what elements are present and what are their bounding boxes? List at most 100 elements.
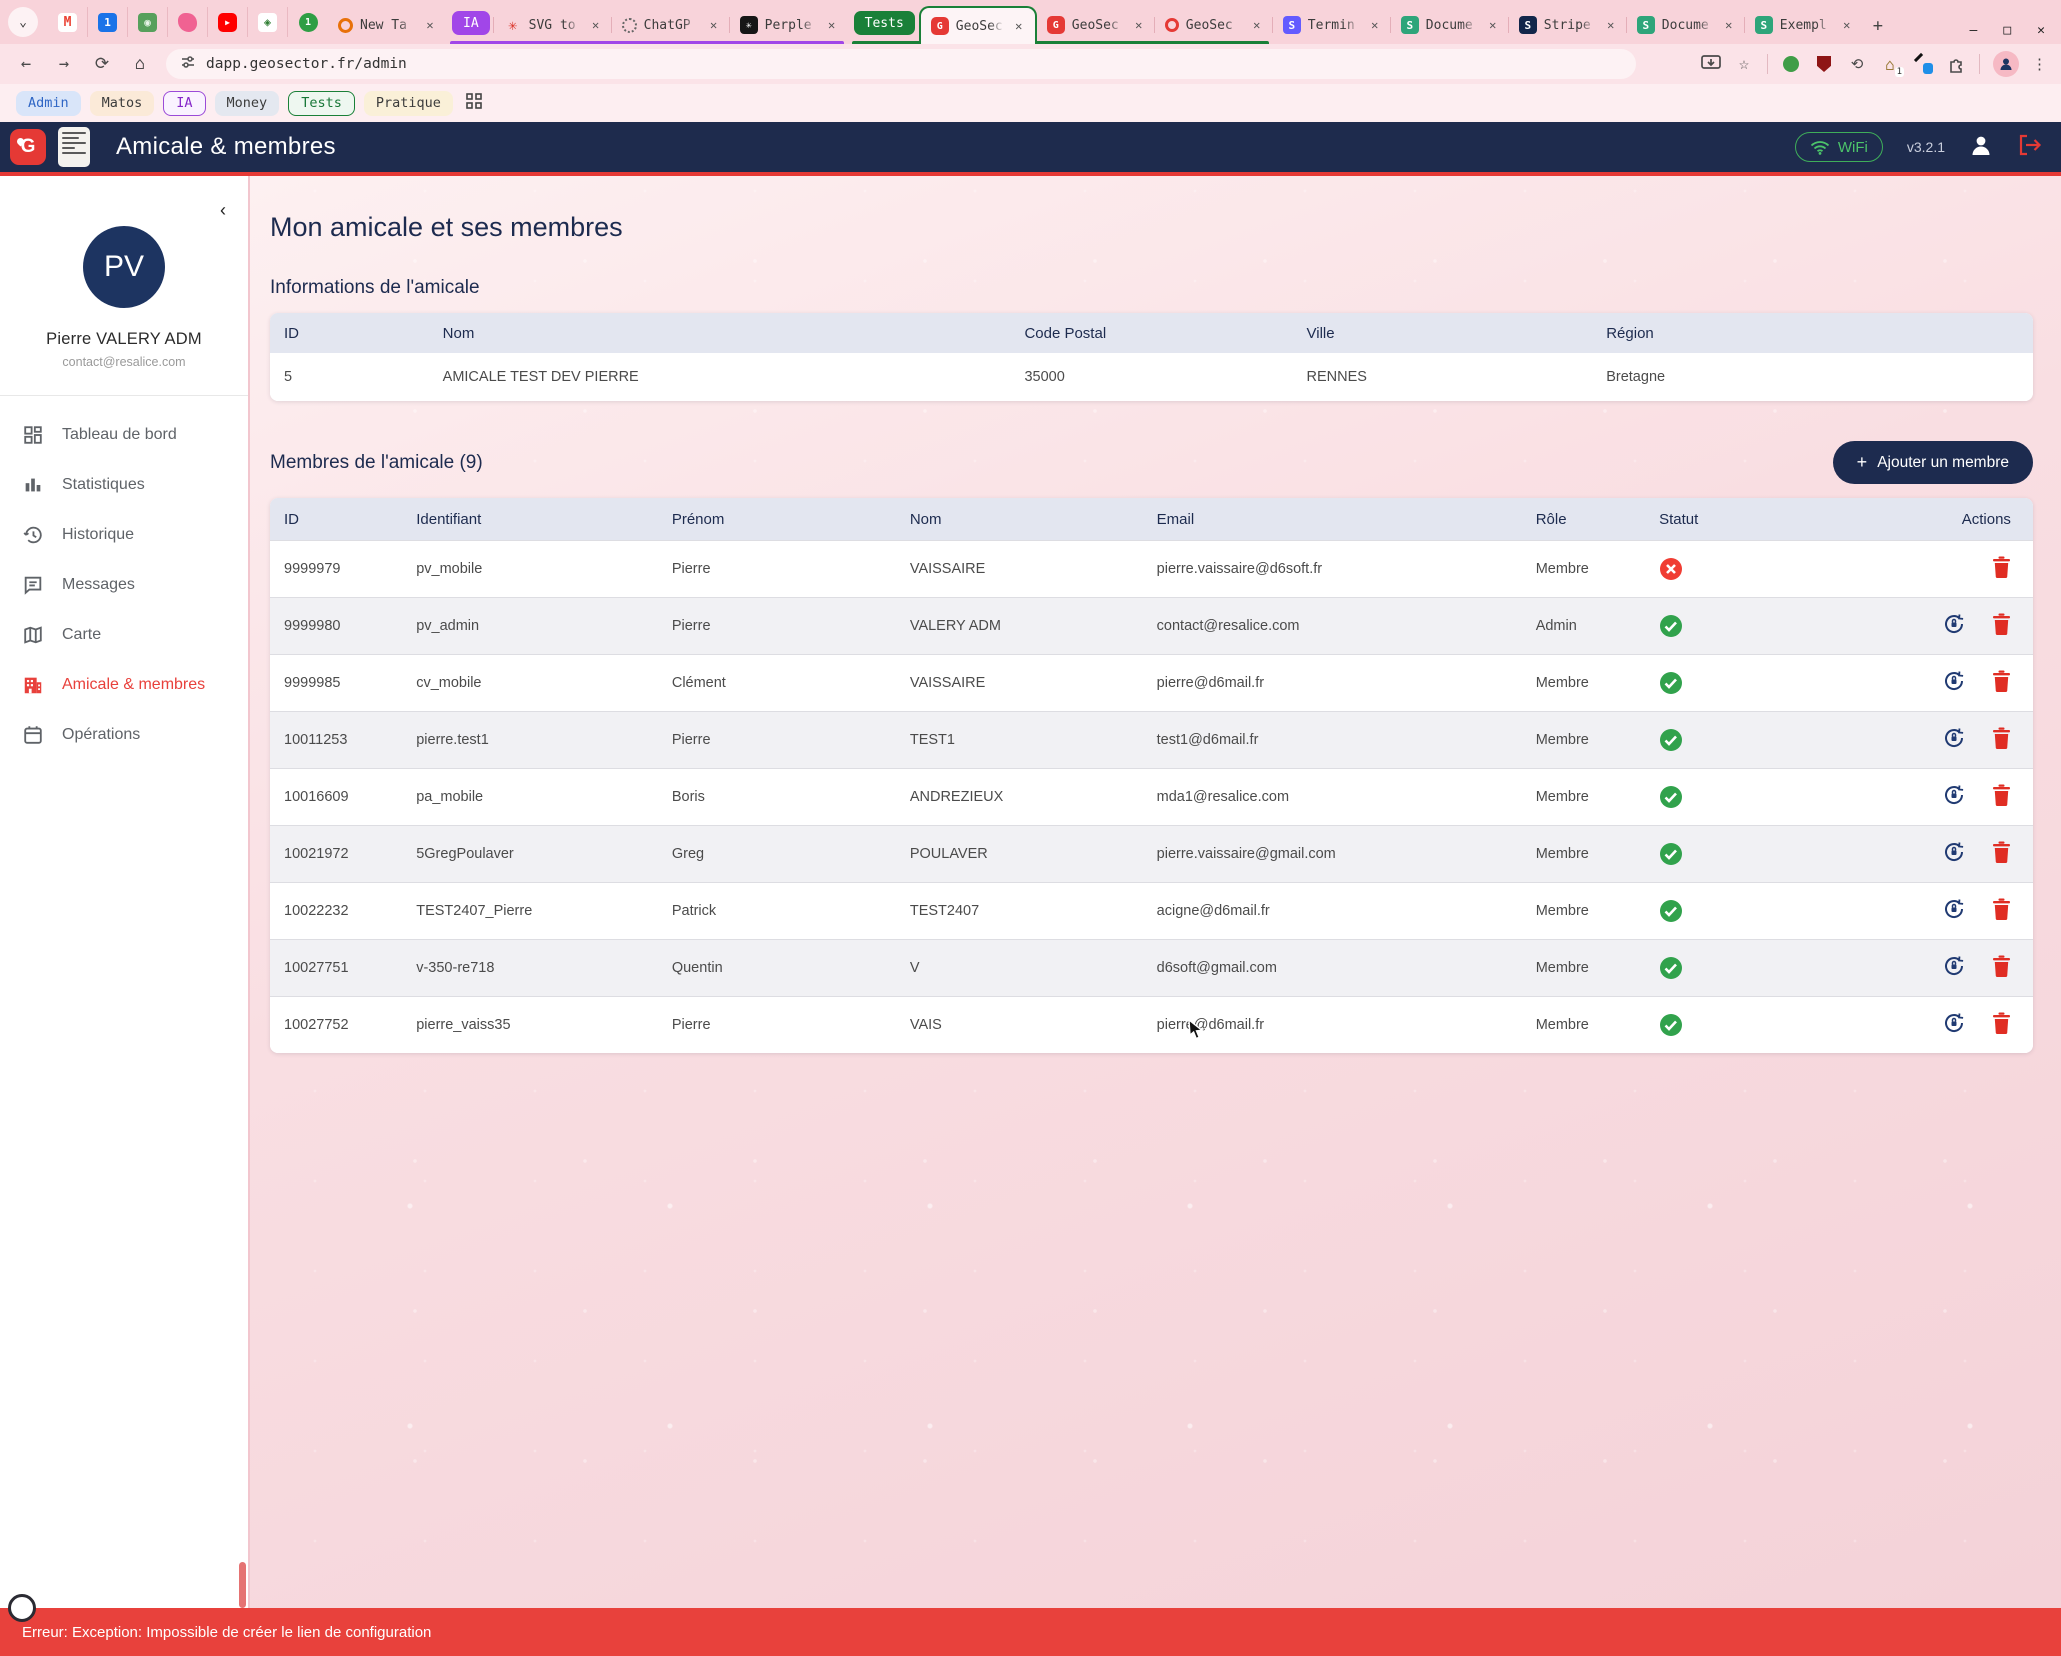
- row-actions: [1874, 954, 2033, 982]
- row-actions: [1874, 897, 2033, 925]
- sidebar-item-operations[interactable]: Opérations: [0, 710, 248, 760]
- add-member-button[interactable]: + Ajouter un membre: [1833, 441, 2033, 484]
- tab-close-icon[interactable]: ✕: [1011, 18, 1027, 34]
- pinned-tab-messenger[interactable]: 1: [288, 7, 328, 37]
- delete-icon[interactable]: [1992, 670, 2011, 696]
- tab-exemple[interactable]: S Exempl ✕: [1745, 8, 1863, 42]
- reset-password-icon[interactable]: [1942, 897, 1966, 925]
- new-tab-button[interactable]: +: [1873, 16, 1883, 36]
- pinned-tab-notes[interactable]: ◉: [128, 7, 168, 37]
- forward-icon[interactable]: →: [52, 54, 76, 74]
- sidebar-item-historique[interactable]: Historique: [0, 510, 248, 560]
- tab-close-icon[interactable]: ✕: [1603, 17, 1619, 33]
- tab-close-icon[interactable]: ✕: [1249, 17, 1265, 33]
- sidebar-scrollbar[interactable]: [239, 1562, 246, 1608]
- sidebar-item-carte[interactable]: Carte: [0, 610, 248, 660]
- reload-icon[interactable]: ⟳: [90, 54, 114, 74]
- delete-icon[interactable]: [1992, 841, 2011, 867]
- help-bubble-icon[interactable]: [8, 1594, 36, 1622]
- tab-geosector-2[interactable]: G GeoSec ✕: [1037, 8, 1155, 42]
- site-settings-icon[interactable]: [180, 54, 196, 74]
- tab-perplexity[interactable]: ✳ Perple ✕: [730, 8, 848, 42]
- ext-home-icon[interactable]: ⌂1: [1880, 54, 1900, 74]
- bookmark-matos[interactable]: Matos: [90, 91, 155, 116]
- tabs: New Ta ✕ IA ✳ SVG to ✕ ChatGP ✕: [328, 0, 2051, 44]
- delete-icon[interactable]: [1992, 898, 2011, 924]
- sidebar-item-tableau-de-bord[interactable]: Tableau de bord: [0, 410, 248, 460]
- tab-strip: ⌄ M 1 ◉ ▶ ◈ 1 New Ta ✕ IA ✳ SVG to ✕: [0, 0, 2061, 44]
- ext-recycle-icon[interactable]: ⟲: [1847, 54, 1867, 74]
- minimize-button[interactable]: —: [1970, 23, 1978, 38]
- delete-icon[interactable]: [1992, 1012, 2011, 1038]
- sidebar-item-statistiques[interactable]: Statistiques: [0, 460, 248, 510]
- home-icon[interactable]: ⌂: [128, 54, 152, 74]
- bookmark-admin[interactable]: Admin: [16, 91, 81, 116]
- apps-grid-icon[interactable]: [466, 93, 482, 113]
- reset-password-icon[interactable]: [1942, 954, 1966, 982]
- tab-docs-1[interactable]: S Docume ✕: [1391, 8, 1509, 42]
- tab-group-label-ia[interactable]: IA: [452, 11, 490, 35]
- install-app-icon[interactable]: [1701, 54, 1721, 74]
- sidebar-collapse-icon[interactable]: ‹: [220, 200, 226, 221]
- reset-password-icon[interactable]: [1942, 669, 1966, 697]
- tab-close-icon[interactable]: ✕: [422, 17, 438, 33]
- tab-close-icon[interactable]: ✕: [1367, 17, 1383, 33]
- tab-close-icon[interactable]: ✕: [824, 17, 840, 33]
- tab-close-icon[interactable]: ✕: [1721, 17, 1737, 33]
- tab-close-icon[interactable]: ✕: [1485, 17, 1501, 33]
- chatgpt-icon: [622, 18, 637, 33]
- delete-icon[interactable]: [1992, 613, 2011, 639]
- bookmark-star-icon[interactable]: ☆: [1734, 54, 1754, 74]
- profile-avatar[interactable]: [1993, 51, 2019, 77]
- delete-icon[interactable]: [1992, 727, 2011, 753]
- member-row: 9999979 pv_mobile Pierre VAISSAIRE pierr…: [270, 540, 2033, 597]
- tab-close-icon[interactable]: ✕: [706, 17, 722, 33]
- tab-search-chevron-icon[interactable]: ⌄: [8, 7, 38, 37]
- ext-dropper-icon[interactable]: [1913, 54, 1933, 74]
- url-bar[interactable]: dapp.geosector.fr/admin: [166, 49, 1636, 79]
- delete-icon[interactable]: [1992, 556, 2011, 582]
- tab-close-icon[interactable]: ✕: [1839, 17, 1855, 33]
- geosector-icon: G: [1047, 16, 1065, 34]
- pinned-tab-youtube[interactable]: ▶: [208, 7, 248, 37]
- sidebar-item-messages[interactable]: Messages: [0, 560, 248, 610]
- tab-docs-2[interactable]: S Docume ✕: [1627, 8, 1745, 42]
- bookmark-tests[interactable]: Tests: [288, 91, 355, 116]
- bookmark-ia[interactable]: IA: [163, 91, 205, 116]
- pinned-tab-gmail[interactable]: M: [48, 7, 88, 37]
- reset-password-icon[interactable]: [1942, 840, 1966, 868]
- pinned-tab-map[interactable]: ◈: [248, 7, 288, 37]
- ext-shield-icon[interactable]: [1814, 54, 1834, 74]
- tab-new[interactable]: New Ta ✕: [328, 8, 446, 42]
- tab-geosector-3[interactable]: GeoSec ✕: [1155, 8, 1273, 42]
- tab-close-icon[interactable]: ✕: [588, 17, 604, 33]
- browser-menu-icon[interactable]: ⋮: [2032, 55, 2047, 73]
- reset-password-icon[interactable]: [1942, 783, 1966, 811]
- extensions-icon[interactable]: [1946, 54, 1966, 74]
- maximize-button[interactable]: □: [2003, 23, 2011, 38]
- reset-password-icon[interactable]: [1942, 1011, 1966, 1039]
- delete-icon[interactable]: [1992, 784, 2011, 810]
- reset-password-icon[interactable]: [1942, 726, 1966, 754]
- delete-icon[interactable]: [1992, 955, 2011, 981]
- tab-close-icon[interactable]: ✕: [1131, 17, 1147, 33]
- tab-stripe[interactable]: S Stripe ✕: [1509, 8, 1627, 42]
- tab-geosector-active[interactable]: G GeoSec ✕: [919, 6, 1037, 44]
- back-icon[interactable]: ←: [14, 54, 38, 74]
- close-button[interactable]: ✕: [2037, 23, 2045, 38]
- row-actions: [1874, 612, 2033, 640]
- bookmark-pratique[interactable]: Pratique: [364, 91, 453, 116]
- user-icon[interactable]: [1969, 133, 1993, 162]
- tab-terminal-docs[interactable]: S Termin ✕: [1273, 8, 1391, 42]
- bookmark-money[interactable]: Money: [215, 91, 280, 116]
- tab-group-label-tests[interactable]: Tests: [854, 11, 915, 35]
- sparkle-icon: ✳: [504, 16, 522, 34]
- tab-svg[interactable]: ✳ SVG to ✕: [494, 8, 612, 42]
- ext-green-icon[interactable]: [1781, 54, 1801, 74]
- logout-icon[interactable]: [2017, 133, 2043, 162]
- reset-password-icon[interactable]: [1942, 612, 1966, 640]
- pinned-tab-design[interactable]: [168, 7, 208, 37]
- pinned-tab-calendar[interactable]: 1: [88, 7, 128, 37]
- tab-chatgpt[interactable]: ChatGP ✕: [612, 8, 730, 42]
- sidebar-item-amicale-membres[interactable]: Amicale & membres: [0, 660, 248, 710]
